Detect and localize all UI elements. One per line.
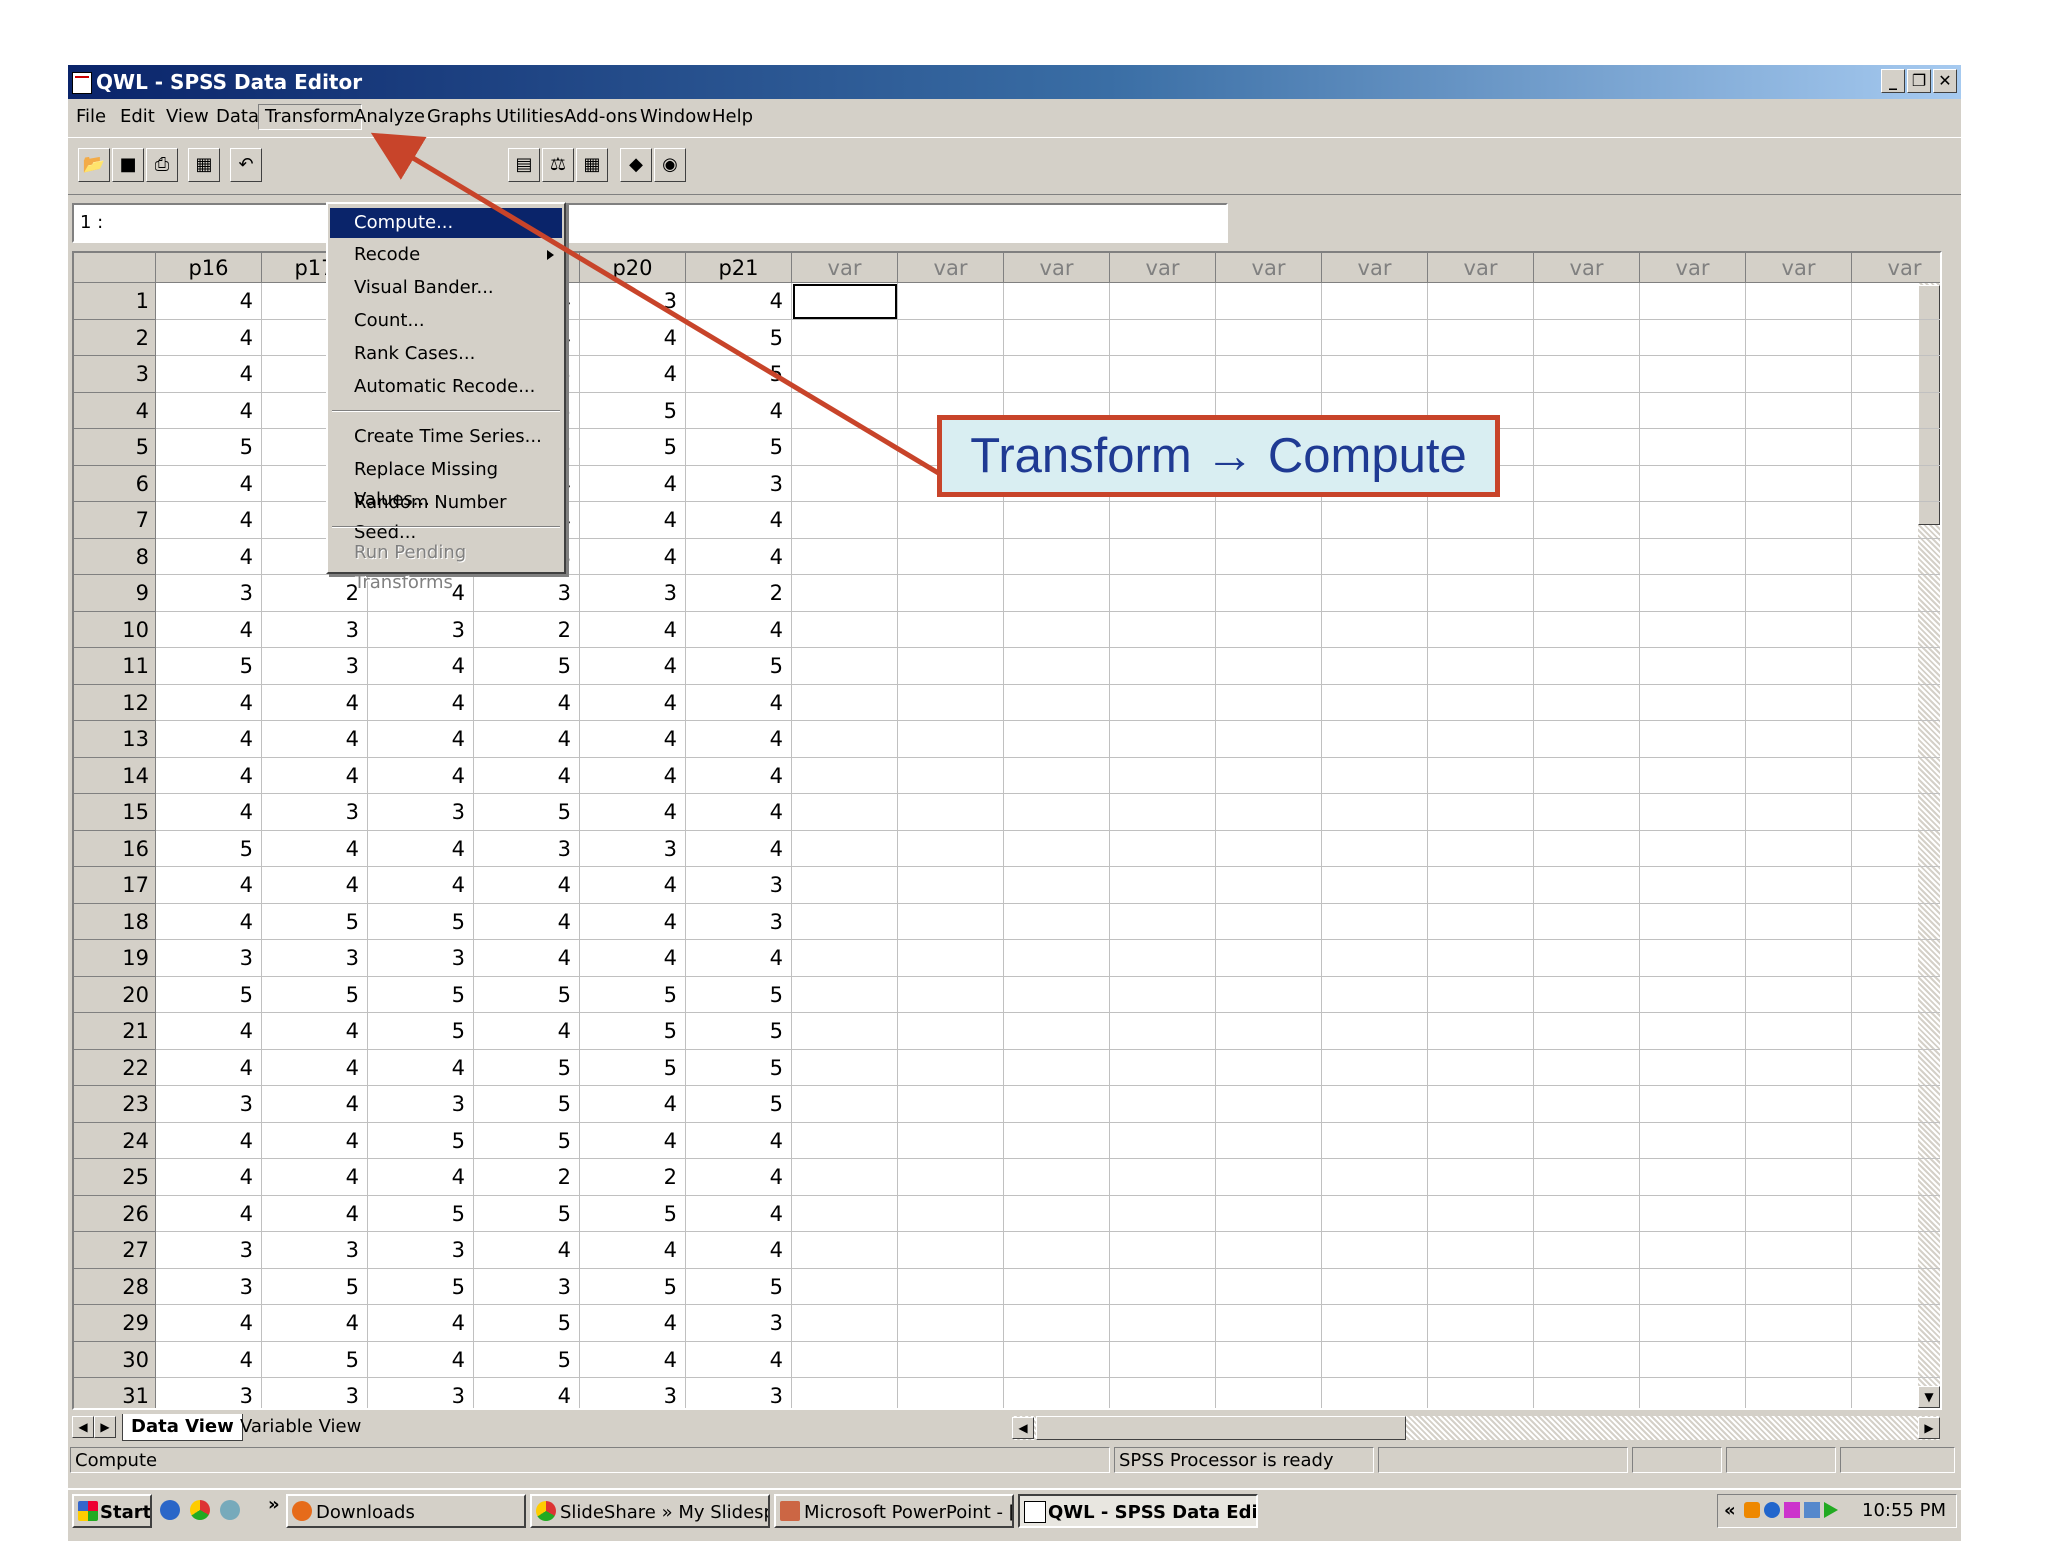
tray-network-icon[interactable] bbox=[1784, 1502, 1800, 1518]
clock: 10:55 PM bbox=[1862, 1500, 1946, 1521]
quicklaunch-ie-icon[interactable] bbox=[160, 1500, 180, 1520]
tray-media-icon[interactable] bbox=[1824, 1502, 1838, 1518]
task-spss[interactable]: QWL - SPSS Data Editor bbox=[1018, 1494, 1258, 1528]
callout-arrow bbox=[370, 132, 942, 477]
firefox-icon bbox=[292, 1501, 312, 1521]
powerpoint-icon bbox=[780, 1501, 800, 1521]
windows-logo-icon bbox=[78, 1501, 98, 1521]
task-label: QWL - SPSS Data Editor bbox=[1048, 1502, 1258, 1523]
tray-monitor-icon[interactable] bbox=[1804, 1502, 1820, 1518]
start-button[interactable]: Start bbox=[72, 1494, 152, 1528]
task-slideshare[interactable]: SlideShare » My Slidespa... bbox=[530, 1494, 770, 1528]
system-tray: « 10:55 PM bbox=[1717, 1494, 1957, 1528]
windows-taskbar: Start » Downloads SlideShare » My Slides… bbox=[68, 1488, 1961, 1530]
chrome-icon bbox=[536, 1501, 556, 1521]
task-powerpoint[interactable]: Microsoft PowerPoint - [... bbox=[774, 1494, 1014, 1528]
tray-expand-icon[interactable]: « bbox=[1724, 1495, 1736, 1527]
tray-ie-icon[interactable] bbox=[1764, 1502, 1780, 1518]
task-label: SlideShare » My Slidespa... bbox=[560, 1502, 768, 1523]
task-downloads[interactable]: Downloads bbox=[286, 1494, 526, 1528]
start-label: Start bbox=[100, 1502, 152, 1523]
quicklaunch-more-icon[interactable]: » bbox=[268, 1494, 280, 1515]
spss-icon bbox=[1024, 1501, 1046, 1523]
transform-compute-callout: Transform → Compute bbox=[937, 415, 1500, 497]
quicklaunch-itunes-icon[interactable] bbox=[220, 1500, 240, 1520]
quicklaunch-chrome-icon[interactable] bbox=[190, 1500, 210, 1520]
task-label: Microsoft PowerPoint - [... bbox=[804, 1502, 1014, 1523]
tray-app-icon[interactable] bbox=[1744, 1502, 1760, 1518]
task-label: Downloads bbox=[316, 1502, 415, 1523]
